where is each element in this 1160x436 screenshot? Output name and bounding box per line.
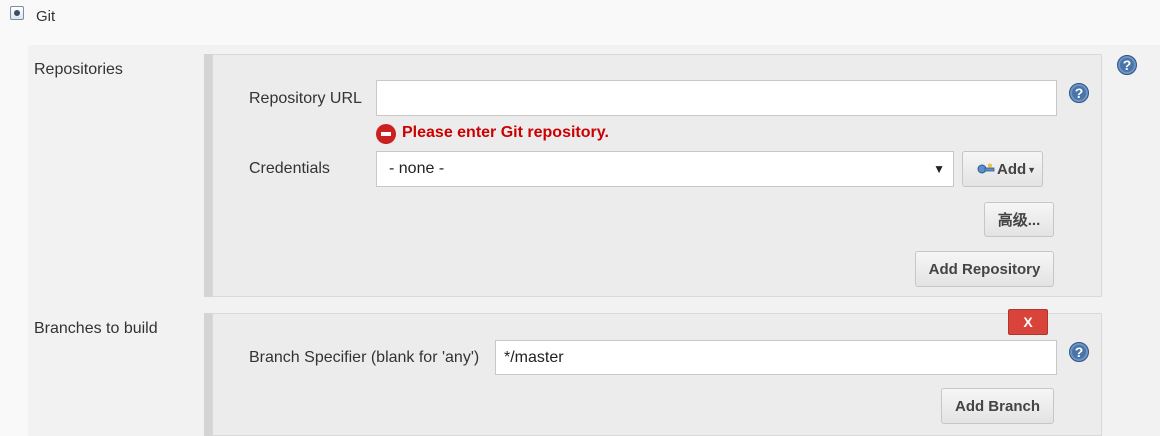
git-radio-button[interactable] (10, 6, 24, 20)
repository-url-error: Please enter Git repository. (402, 124, 609, 141)
branches-group-bar (204, 313, 212, 436)
delete-branch-button[interactable]: X (1008, 309, 1048, 335)
credentials-label: Credentials (249, 160, 330, 177)
branch-specifier-input[interactable] (495, 340, 1057, 375)
repositories-label: Repositories (34, 61, 123, 78)
error-icon (376, 124, 396, 144)
advanced-button[interactable]: 高级... (984, 202, 1054, 237)
git-option-label: Git (36, 8, 56, 25)
repositories-group-bar (204, 54, 212, 297)
credentials-select[interactable]: - none - ▼ (376, 151, 954, 187)
add-repository-button[interactable]: Add Repository (915, 251, 1054, 287)
repository-url-label: Repository URL (249, 90, 362, 107)
key-icon (977, 163, 995, 174)
add-credentials-button[interactable]: Add ▼ (962, 151, 1043, 187)
branch-specifier-label: Branch Specifier (blank for 'any') (249, 349, 480, 366)
dropdown-caret-icon: ▼ (1027, 165, 1037, 175)
add-credentials-label: Add (997, 160, 1027, 178)
repository-url-input[interactable] (376, 80, 1057, 116)
scm-option-row (0, 0, 1160, 45)
credentials-selected-value: - none - (389, 160, 445, 177)
dropdown-arrow-icon: ▼ (933, 162, 945, 176)
branches-label: Branches to build (34, 320, 158, 337)
repository-url-help-icon[interactable]: ? (1069, 83, 1089, 103)
help-icon[interactable]: ? (1117, 55, 1137, 75)
add-branch-button[interactable]: Add Branch (941, 388, 1054, 424)
branch-specifier-help-icon[interactable]: ? (1069, 342, 1089, 362)
